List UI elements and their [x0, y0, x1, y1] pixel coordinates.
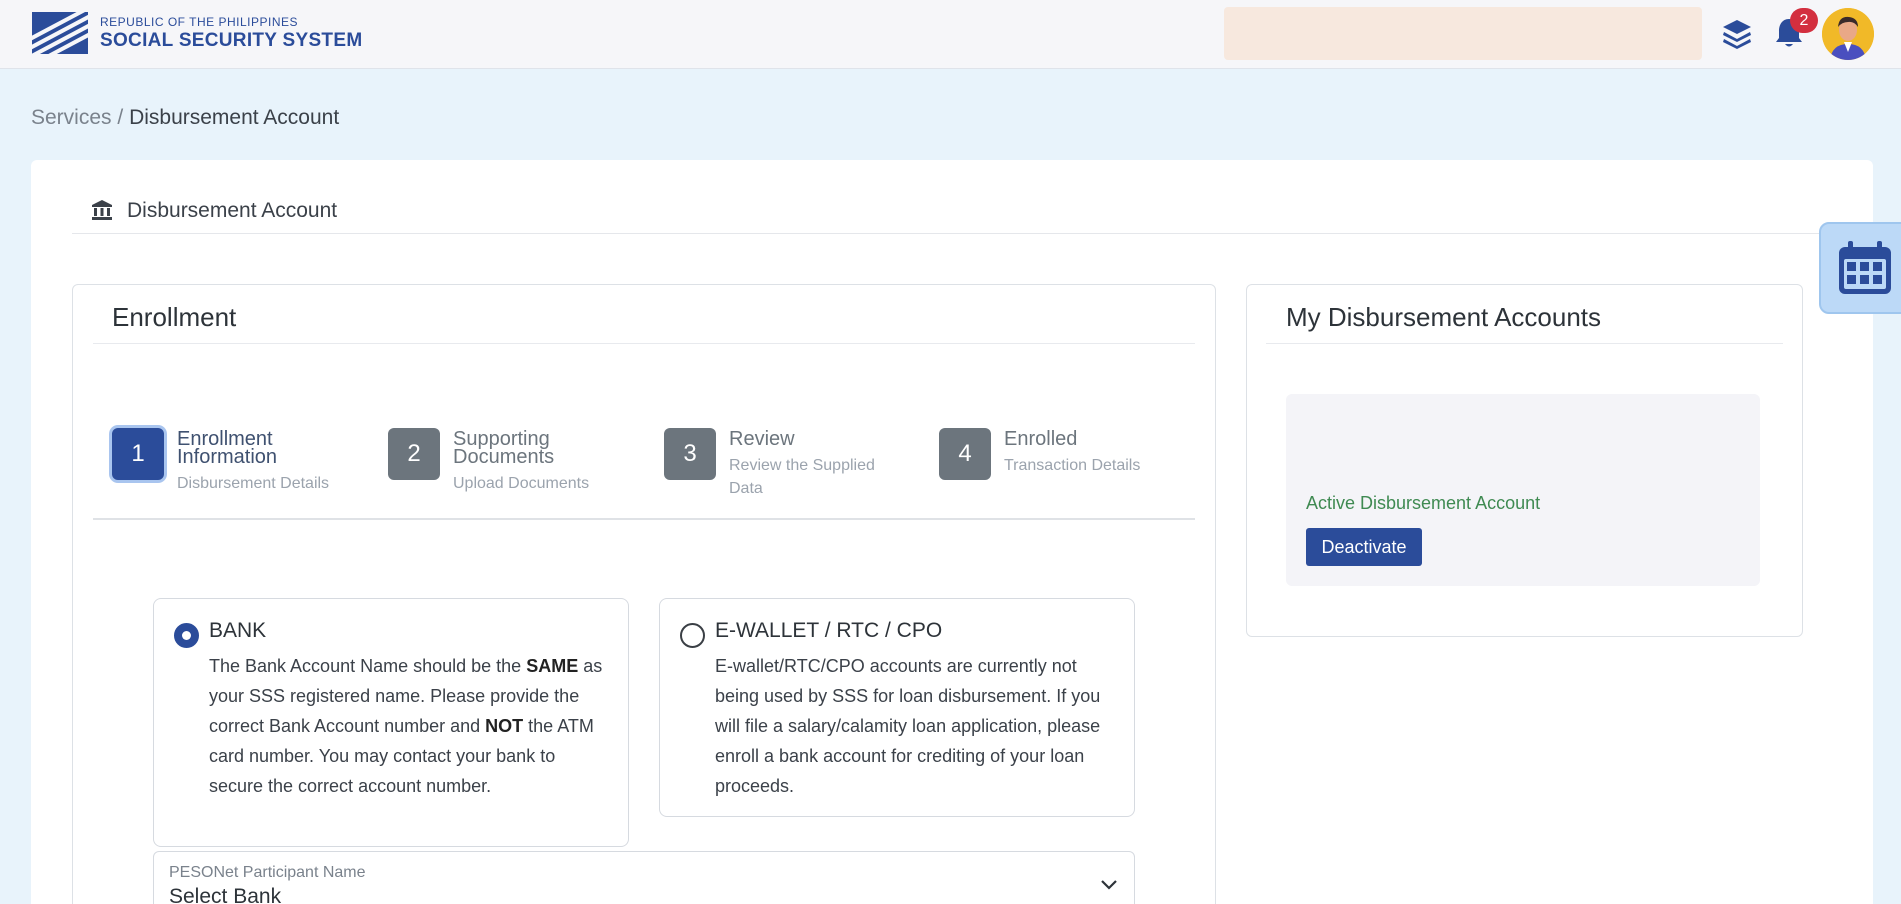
bank-option-description: The Bank Account Name should be the SAME… — [209, 656, 603, 796]
step-number: 4 — [939, 428, 991, 480]
step-number: 3 — [664, 428, 716, 480]
step-number: 2 — [388, 428, 440, 480]
step-sublabel: Review the Supplied Data — [729, 457, 875, 497]
layers-icon[interactable] — [1720, 16, 1754, 50]
step-sublabel: Transaction Details — [1004, 457, 1141, 474]
bank-radio[interactable] — [174, 623, 199, 648]
accounts-divider — [1266, 343, 1783, 344]
step-4[interactable]: 4 Enrolled Transaction Details — [939, 428, 1174, 480]
step-sublabel: Upload Documents — [453, 475, 590, 492]
enrollment-divider — [93, 343, 1195, 344]
breadcrumb-current: Disbursement Account — [129, 106, 340, 129]
select-label: PESONet Participant Name — [169, 864, 366, 881]
pesonet-bank-select[interactable]: PESONet Participant Name Select Bank — [153, 851, 1135, 904]
ewallet-option-description: E-wallet/RTC/CPO accounts are currently … — [715, 656, 1101, 796]
deactivate-button[interactable]: Deactivate — [1306, 528, 1422, 566]
bank-option-title: BANK — [209, 619, 267, 642]
breadcrumb-separator: / — [117, 106, 124, 129]
breadcrumb: Services / Disbursement Account — [31, 106, 339, 130]
page-title: Disbursement Account — [127, 199, 338, 222]
calendar-side-tab[interactable] — [1819, 222, 1901, 314]
account-status: Active Disbursement Account — [1306, 493, 1541, 513]
page-header — [72, 186, 1872, 234]
step-number: 1 — [112, 428, 164, 480]
enrollment-title: Enrollment — [112, 302, 237, 332]
header-banner-placeholder — [1224, 7, 1702, 60]
bank-icon — [92, 200, 112, 220]
step-label: Supporting Documents — [453, 428, 555, 468]
step-2[interactable]: 2 Supporting Documents Upload Documents — [388, 428, 623, 495]
steps-divider — [93, 518, 1195, 520]
sss-logo[interactable]: REPUBLIC OF THE PHILIPPINES SOCIAL SECUR… — [32, 12, 362, 54]
notification-badge: 2 — [1790, 8, 1818, 33]
ewallet-option-card[interactable]: E-WALLET / RTC / CPO E-wallet/RTC/CPO ac… — [659, 598, 1135, 817]
bank-option-card[interactable]: BANK The Bank Account Name should be the… — [153, 598, 629, 847]
breadcrumb-services[interactable]: Services — [31, 106, 112, 129]
step-label: Enrollment Information — [177, 428, 278, 468]
select-value: Select Bank — [169, 885, 282, 904]
calendar-icon — [1839, 241, 1891, 294]
step-3[interactable]: 3 Review Review the Supplied Data — [664, 428, 899, 500]
ewallet-option-title: E-WALLET / RTC / CPO — [715, 619, 943, 642]
sss-logo-mark — [32, 12, 88, 54]
accounts-title: My Disbursement Accounts — [1286, 302, 1602, 332]
step-label: Review — [729, 428, 795, 450]
step-label: Enrolled — [1004, 428, 1078, 450]
logo-title: SOCIAL SECURITY SYSTEM — [100, 29, 363, 51]
avatar[interactable] — [1822, 8, 1874, 60]
ewallet-radio[interactable] — [680, 623, 705, 648]
logo-subtitle: REPUBLIC OF THE PHILIPPINES — [100, 14, 298, 29]
step-sublabel: Disbursement Details — [177, 475, 330, 492]
step-1[interactable]: 1 Enrollment Information Disbursement De… — [112, 428, 367, 495]
chevron-down-icon — [1101, 880, 1117, 890]
